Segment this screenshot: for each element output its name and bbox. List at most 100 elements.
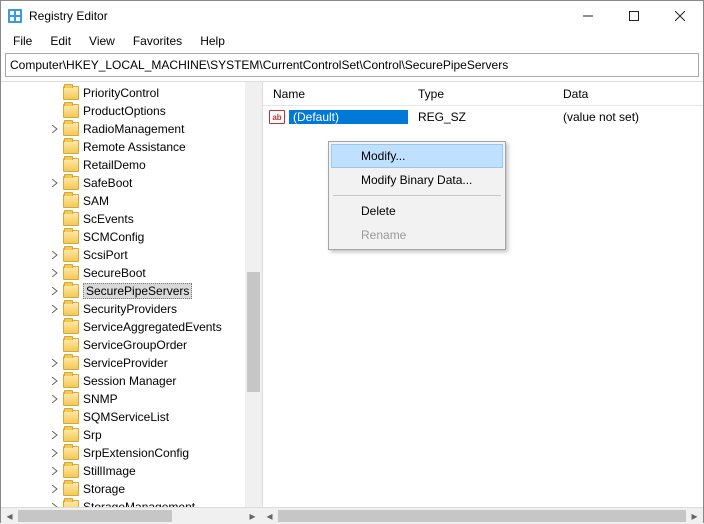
hscroll-right-track[interactable] [278,508,686,524]
context-rename: Rename [331,223,503,247]
hscroll-left-arrow[interactable]: ◂ [1,508,18,524]
tree-item[interactable]: StillImage [1,462,262,480]
tree-item[interactable]: SecurePipeServers [1,282,262,300]
tree-item[interactable]: StorageManagement [1,498,262,507]
chevron-right-icon[interactable] [49,393,61,405]
column-name[interactable]: Name [263,87,408,101]
tree-item[interactable]: SCMConfig [1,228,262,246]
tree-item[interactable]: SecureBoot [1,264,262,282]
value-data: (value not set) [553,110,639,124]
minimize-button[interactable] [565,1,611,31]
column-type[interactable]: Type [408,87,553,101]
folder-icon [63,104,79,118]
hscroll-right-arrow-r[interactable]: ▸ [686,508,703,524]
tree-item[interactable]: SafeBoot [1,174,262,192]
tree-item[interactable]: Storage [1,480,262,498]
tree-item[interactable]: ServiceProvider [1,354,262,372]
titlebar: Registry Editor [1,1,703,31]
context-delete[interactable]: Delete [331,199,503,223]
hscroll-right-arrow-l[interactable]: ◂ [261,508,278,524]
maximize-button[interactable] [611,1,657,31]
tree-item-label: ScsiPort [83,248,128,262]
folder-icon [63,122,79,136]
folder-icon [63,464,79,478]
tree-item[interactable]: ServiceGroupOrder [1,336,262,354]
folder-icon [63,230,79,244]
hscroll-left-arrow-r[interactable]: ▸ [244,508,261,524]
tree-item-label: ServiceProvider [83,356,168,370]
list-body: ab (Default) REG_SZ (value not set) Modi… [263,106,703,126]
hscroll-left-track[interactable] [18,508,244,524]
chevron-right-icon[interactable] [49,447,61,459]
chevron-right-icon[interactable] [49,357,61,369]
tree-item-label: Session Manager [83,374,176,388]
folder-icon [63,86,79,100]
menu-edit[interactable]: Edit [42,32,79,50]
chevron-right-icon[interactable] [49,375,61,387]
context-modify[interactable]: Modify... [331,144,503,168]
tree-item[interactable]: SrpExtensionConfig [1,444,262,462]
tree-item-label: SafeBoot [83,176,132,190]
tree-item-label: SecurePipeServers [83,283,192,299]
close-button[interactable] [657,1,703,31]
window-controls [565,1,703,31]
folder-icon [63,302,79,316]
context-menu: Modify... Modify Binary Data... Delete R… [328,141,506,250]
tree[interactable]: PriorityControlProductOptionsRadioManage… [1,82,262,507]
tree-item-label: SrpExtensionConfig [83,446,189,460]
folder-icon [63,410,79,424]
hscroll-right-thumb[interactable] [278,510,686,522]
tree-item[interactable]: Srp [1,426,262,444]
chevron-right-icon[interactable] [49,267,61,279]
menu-help[interactable]: Help [192,32,233,50]
tree-item[interactable]: PriorityControl [1,84,262,102]
chevron-right-icon[interactable] [49,501,61,507]
regedit-icon [7,8,23,24]
list-row[interactable]: ab (Default) REG_SZ (value not set) [263,108,703,126]
tree-item[interactable]: ProductOptions [1,102,262,120]
folder-icon [63,284,79,298]
menu-file[interactable]: File [5,32,40,50]
tree-item[interactable]: SQMServiceList [1,408,262,426]
chevron-right-icon[interactable] [49,177,61,189]
chevron-right-icon[interactable] [49,123,61,135]
tree-item-label: Storage [83,482,125,496]
folder-icon [63,374,79,388]
tree-item-label: StillImage [83,464,136,478]
tree-item[interactable]: ScsiPort [1,246,262,264]
menu-favorites[interactable]: Favorites [125,32,190,50]
panes: PriorityControlProductOptionsRadioManage… [1,81,703,507]
tree-scrollbar-thumb[interactable] [247,272,260,392]
chevron-right-icon[interactable] [49,303,61,315]
folder-icon [63,194,79,208]
tree-item[interactable]: SecurityProviders [1,300,262,318]
hscroll-left-thumb[interactable] [18,510,172,522]
context-separator [333,195,501,196]
tree-item-label: ScEvents [83,212,134,226]
menu-view[interactable]: View [81,32,123,50]
chevron-right-icon[interactable] [49,249,61,261]
tree-item[interactable]: SAM [1,192,262,210]
chevron-right-icon[interactable] [49,465,61,477]
column-headers: Name Type Data [263,82,703,106]
tree-item[interactable]: ScEvents [1,210,262,228]
tree-item[interactable]: SNMP [1,390,262,408]
context-modify-binary[interactable]: Modify Binary Data... [331,168,503,192]
folder-icon [63,248,79,262]
tree-item-label: SecurityProviders [83,302,177,316]
tree-item[interactable]: RadioManagement [1,120,262,138]
address-path: Computer\HKEY_LOCAL_MACHINE\SYSTEM\Curre… [10,58,508,72]
chevron-right-icon[interactable] [49,429,61,441]
column-data[interactable]: Data [553,87,703,101]
tree-item[interactable]: RetailDemo [1,156,262,174]
window-title: Registry Editor [29,9,565,23]
tree-scrollbar[interactable] [245,82,262,507]
tree-item[interactable]: Remote Assistance [1,138,262,156]
chevron-right-icon[interactable] [49,285,61,297]
address-bar[interactable]: Computer\HKEY_LOCAL_MACHINE\SYSTEM\Curre… [5,53,699,77]
tree-item-label: StorageManagement [83,500,195,507]
tree-item[interactable]: ServiceAggregatedEvents [1,318,262,336]
tree-item[interactable]: Session Manager [1,372,262,390]
chevron-right-icon[interactable] [49,483,61,495]
tree-item-label: SQMServiceList [83,410,169,424]
